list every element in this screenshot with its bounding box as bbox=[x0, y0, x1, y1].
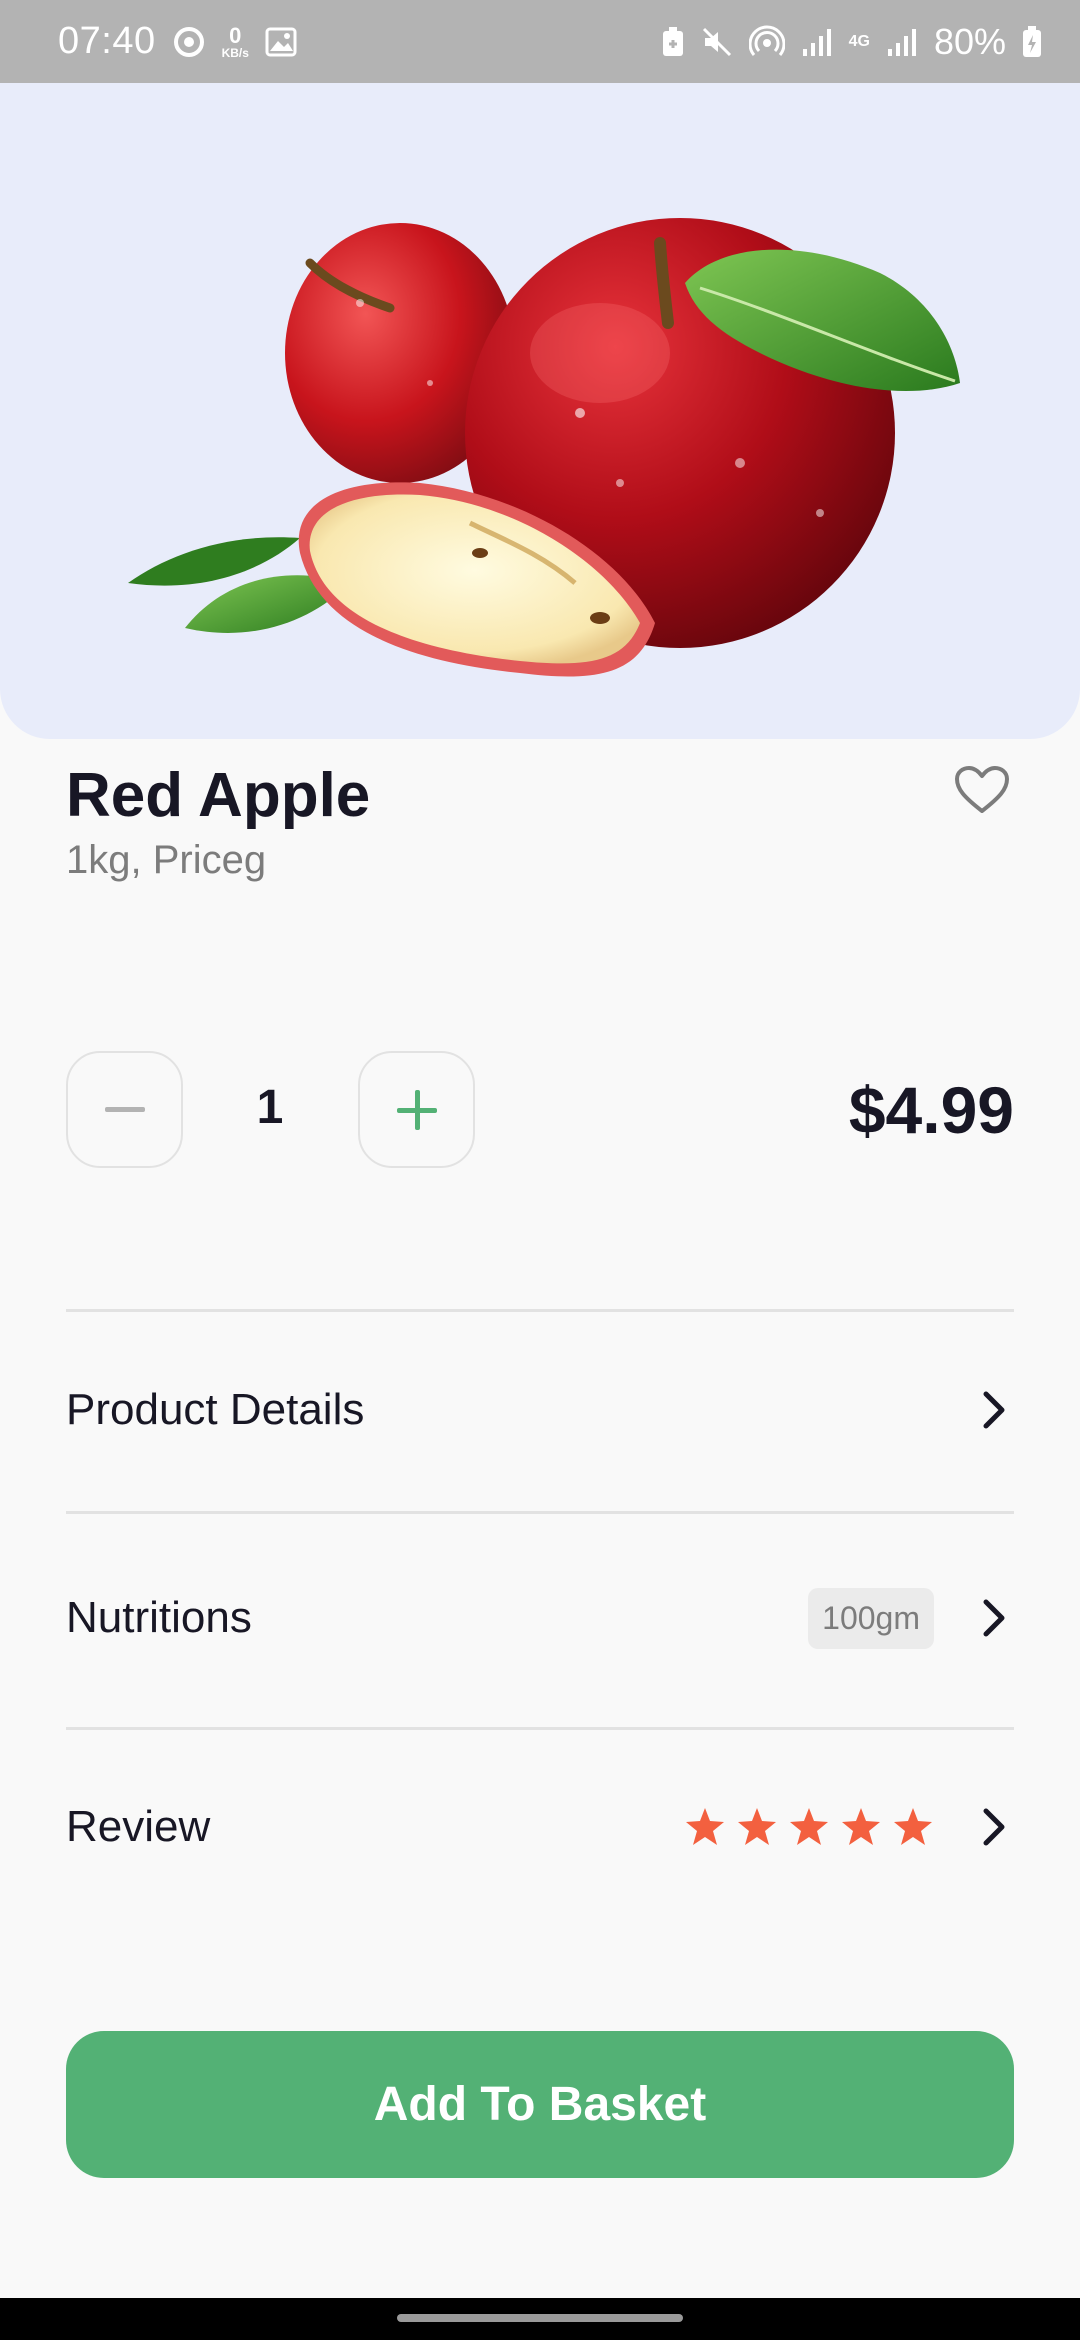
product-hero-image bbox=[0, 83, 1080, 739]
apple-photo bbox=[128, 218, 960, 677]
hotspot-icon bbox=[748, 25, 785, 59]
quantity-value: 1 bbox=[256, 1081, 284, 1134]
product-details-label: Product Details bbox=[66, 1385, 365, 1434]
data-rate-unit: KB/s bbox=[221, 45, 249, 60]
favorite-button[interactable] bbox=[952, 762, 1012, 818]
battery-saver-icon bbox=[661, 26, 685, 58]
chevron-right-icon bbox=[974, 1593, 1014, 1643]
divider bbox=[66, 1727, 1014, 1730]
plus-icon bbox=[396, 1089, 437, 1130]
image-icon bbox=[265, 27, 297, 57]
chevron-right-icon bbox=[974, 1802, 1014, 1852]
product-subtitle: 1kg, Priceg bbox=[66, 838, 267, 882]
product-details-row[interactable]: Product Details bbox=[66, 1360, 1014, 1460]
star-icon bbox=[684, 1807, 726, 1847]
nutritions-label: Nutritions bbox=[66, 1593, 252, 1642]
battery-percent: 80% bbox=[933, 20, 1006, 62]
status-right: 4G 80% bbox=[661, 21, 1042, 63]
star-icon bbox=[736, 1807, 778, 1847]
row-right bbox=[974, 1385, 1014, 1435]
signal-icon bbox=[801, 27, 833, 57]
status-bar: 07:40 0 KB/s 4G 80% bbox=[0, 0, 1080, 83]
nutritions-badge: 100gm bbox=[808, 1587, 934, 1649]
heart-outline-icon bbox=[955, 766, 1009, 813]
add-to-basket-button[interactable]: Add To Basket bbox=[66, 2031, 1014, 2178]
battery-charging-icon bbox=[1022, 25, 1042, 58]
rating-stars bbox=[684, 1807, 934, 1847]
divider bbox=[66, 1511, 1014, 1514]
mute-icon bbox=[701, 26, 733, 58]
increase-quantity-button[interactable] bbox=[358, 1051, 475, 1168]
sync-icon bbox=[172, 25, 206, 59]
product-title: Red Apple bbox=[66, 761, 371, 830]
divider bbox=[66, 1309, 1014, 1312]
review-row[interactable]: Review bbox=[66, 1777, 1014, 1877]
signal-icon bbox=[886, 27, 918, 57]
status-left: 07:40 0 KB/s bbox=[58, 20, 297, 63]
status-time: 07:40 bbox=[58, 20, 156, 62]
row-right bbox=[684, 1802, 1014, 1852]
star-icon bbox=[788, 1807, 830, 1847]
decrease-quantity-button[interactable] bbox=[66, 1051, 183, 1168]
star-icon bbox=[840, 1807, 882, 1847]
data-rate: 0 KB/s bbox=[221, 22, 249, 60]
nutritions-row[interactable]: Nutritions 100gm bbox=[66, 1568, 1014, 1668]
minus-icon bbox=[104, 1106, 145, 1112]
4g-icon: 4G bbox=[848, 32, 870, 50]
product-price: $4.99 bbox=[848, 1073, 1014, 1147]
review-label: Review bbox=[66, 1802, 211, 1851]
chevron-right-icon bbox=[974, 1385, 1014, 1435]
row-right: 100gm bbox=[808, 1587, 1014, 1649]
data-rate-value: 0 bbox=[229, 22, 242, 48]
star-icon bbox=[892, 1807, 934, 1847]
navigation-bar bbox=[0, 2298, 1080, 2340]
home-indicator[interactable] bbox=[397, 2314, 683, 2322]
